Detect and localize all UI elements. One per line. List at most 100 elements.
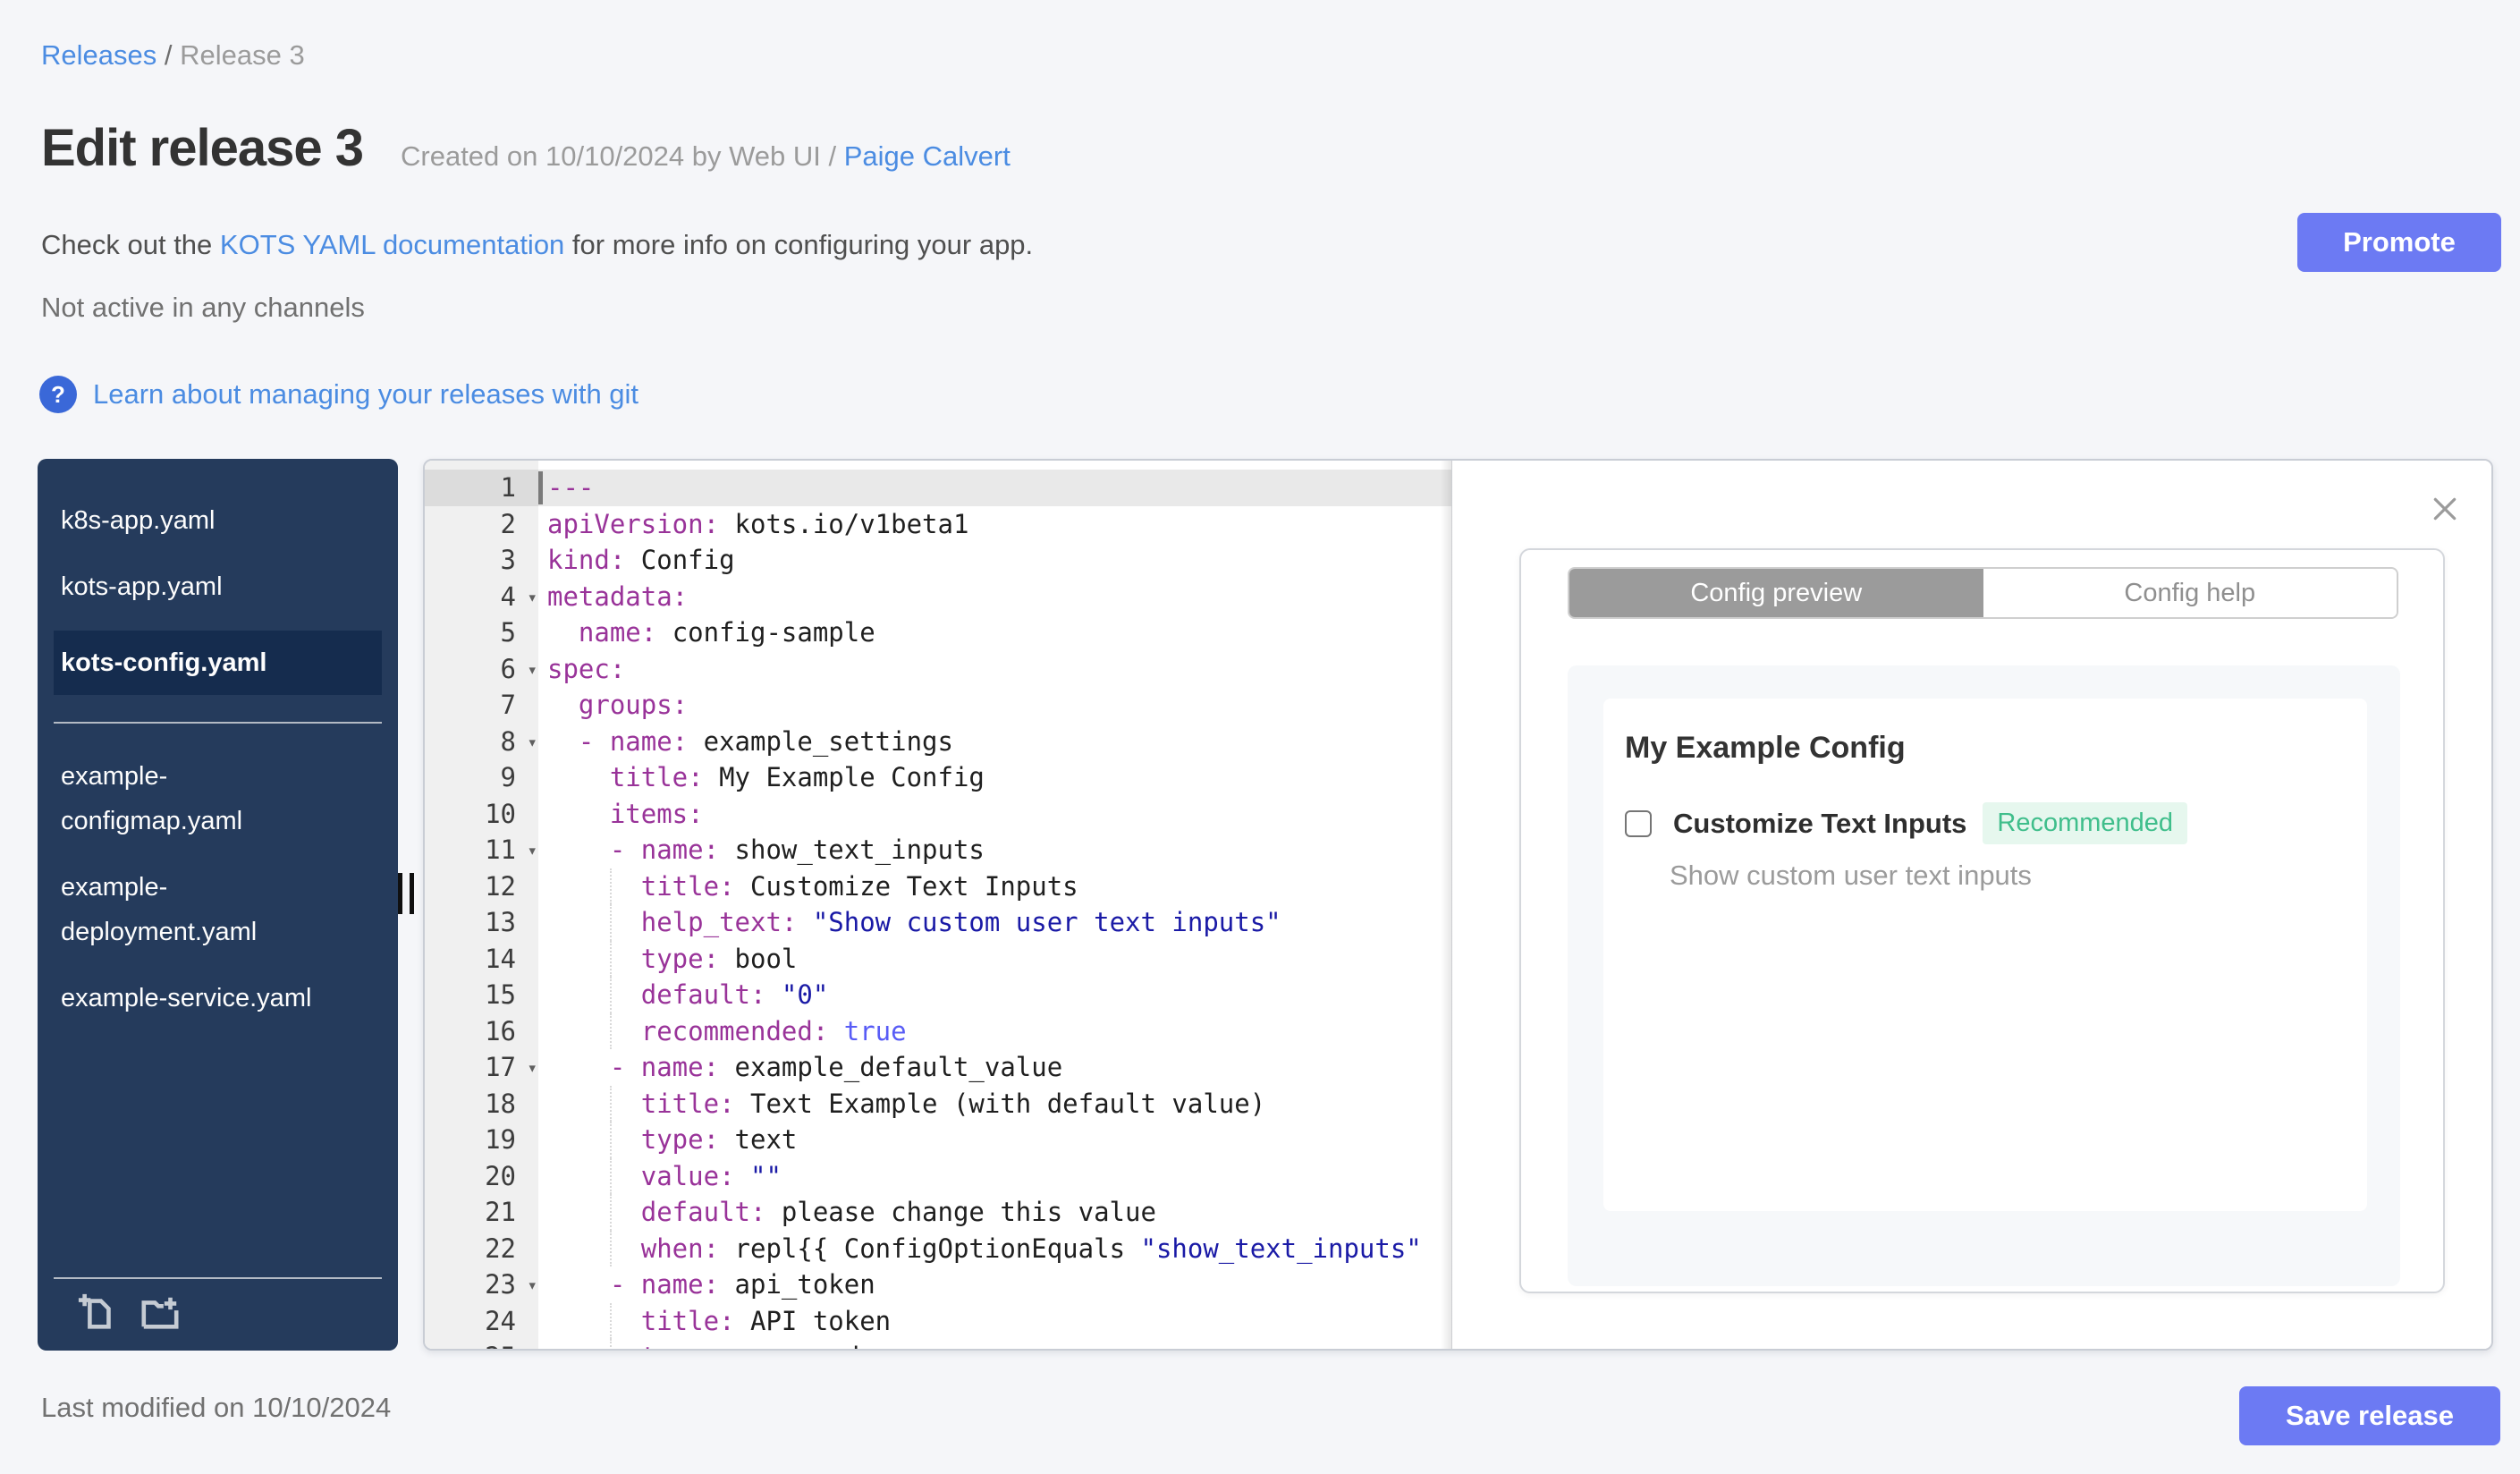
code-content: when: repl{{ ConfigOptionEquals "show_te… [538, 1230, 1451, 1266]
code-content: spec: [547, 653, 626, 684]
preview-card: Config preview Config help My Example Con… [1519, 548, 2445, 1293]
code-line-6[interactable]: 6 ▾ spec: [425, 651, 1451, 688]
gutter-line-number: 23 ▾ [425, 1266, 538, 1303]
code-line-1[interactable]: 1 --- [425, 470, 1451, 506]
new-folder-icon[interactable] [140, 1292, 181, 1333]
doc-suffix: for more info on configuring your app. [564, 229, 1034, 260]
file-list: k8s-app.yaml kots-app.yaml kots-config.yam… [38, 498, 398, 1021]
tab-config-preview[interactable]: Config preview [1569, 569, 1983, 617]
text-cursor [538, 471, 543, 504]
code-line-23[interactable]: 23 ▾ - name: api_token [425, 1266, 1451, 1303]
code-line-25[interactable]: 25 type: password [425, 1339, 1451, 1349]
customize-text-inputs-checkbox[interactable] [1625, 809, 1652, 837]
sidebar-item-kots-app.yaml[interactable]: kots-app.yaml [61, 564, 329, 609]
sidebar-actions [77, 1292, 181, 1333]
gutter-line-number: 22 [485, 1233, 516, 1264]
code-line-12[interactable]: 12 title: Customize Text Inputs [425, 868, 1451, 904]
gutter-line-number: 12 [485, 870, 516, 902]
code-line-20[interactable]: 20 value: "" [425, 1157, 1451, 1194]
code-line-17[interactable]: 17 ▾ - name: example_default_value [425, 1049, 1451, 1086]
code-content: name: config-sample [578, 617, 875, 648]
breadcrumb-releases-link[interactable]: Releases [41, 39, 156, 71]
new-file-icon[interactable] [77, 1292, 118, 1333]
editor-rows: 1 --- 2 apiVersion: kots.io/v1beta1 3 kind: C… [425, 470, 1451, 1349]
fold-arrow-icon[interactable]: ▾ [528, 1050, 537, 1087]
indent-guide [610, 940, 612, 977]
gutter-line-number: 4 ▾ [425, 579, 538, 615]
fold-arrow-icon[interactable]: ▾ [528, 652, 537, 689]
gutter-line-number: 2 [500, 508, 516, 539]
edit-release-page: Releases / Release 3 Edit release 3 Crea… [0, 0, 2520, 1474]
code-line-9[interactable]: 9 title: My Example Config [425, 759, 1451, 796]
code-line-7[interactable]: 7 groups: [425, 687, 1451, 724]
code-line-5[interactable]: 5 name: config-sample [425, 614, 1451, 651]
gutter-line-number: 8 ▾ [425, 724, 538, 760]
indent-guide [610, 1302, 612, 1339]
kots-yaml-doc-link[interactable]: KOTS YAML documentation [220, 229, 564, 260]
breadcrumb-current: Release 3 [180, 39, 305, 71]
breadcrumb-separator: / [156, 39, 181, 71]
gutter-line-number: 3 [500, 545, 516, 575]
sidebar-item-k8s-app.yaml[interactable]: k8s-app.yaml [61, 498, 329, 543]
sidebar-item-example-deployment.yaml[interactable]: example-deployment.yaml [61, 865, 329, 954]
gutter-line-number: 16 [485, 1015, 516, 1046]
tab-config-help[interactable]: Config help [1983, 569, 2397, 617]
doc-line: Check out the KOTS YAML documentation fo… [41, 229, 1033, 261]
code-line-8[interactable]: 8 ▾ - name: example_settings [425, 724, 1451, 760]
code-content: - name: show_text_inputs [609, 834, 985, 865]
breadcrumb: Releases / Release 3 [41, 39, 305, 72]
config-item-row: Customize Text Inputs Recommended [1625, 802, 2188, 844]
git-help-row: ? Learn about managing your releases wit… [39, 376, 638, 413]
code-content: - name: example_settings [578, 725, 953, 757]
code-line-10[interactable]: 10 items: [425, 796, 1451, 833]
config-group-title: My Example Config [1625, 731, 1906, 765]
promote-button[interactable]: Promote [2297, 213, 2501, 272]
indent-guide [610, 1085, 612, 1122]
last-modified-text: Last modified on 10/10/2024 [41, 1392, 392, 1423]
sidebar-item-kots-config.yaml[interactable]: kots-config.yaml [54, 631, 382, 695]
code-content: title: Customize Text Inputs [538, 868, 1451, 904]
indent-guide [610, 904, 612, 941]
sidebar-item-example-configmap.yaml[interactable]: example-configmap.yaml [61, 754, 329, 843]
sidebar-resize-handle-bar-1[interactable] [398, 873, 402, 914]
created-info: Created on 10/10/2024 by Web UI / Paige … [401, 140, 1011, 173]
code-line-16[interactable]: 16 recommended: true [425, 1012, 1451, 1049]
code-content: - name: api_token [609, 1269, 875, 1300]
yaml-code-editor[interactable]: 1 --- 2 apiVersion: kots.io/v1beta1 3 kind: C… [425, 461, 1451, 1349]
gutter-line-number: 20 [485, 1160, 516, 1191]
config-preview-pane: Config preview Config help My Example Con… [1441, 461, 2491, 1349]
code-line-4[interactable]: 4 ▾ metadata: [425, 579, 1451, 615]
config-item-help: Show custom user text inputs [1670, 860, 2032, 891]
fold-arrow-icon[interactable]: ▾ [528, 724, 537, 761]
doc-prefix: Check out the [41, 229, 220, 260]
code-line-11[interactable]: 11 ▾ - name: show_text_inputs [425, 832, 1451, 868]
indent-guide [610, 977, 612, 1013]
code-line-22[interactable]: 22 when: repl{{ ConfigOptionEquals "show… [425, 1230, 1451, 1266]
gutter-line-number: 10 [485, 798, 516, 829]
save-release-button[interactable]: Save release [2239, 1386, 2500, 1445]
indent-guide [610, 1122, 612, 1158]
code-line-24[interactable]: 24 title: API token [425, 1302, 1451, 1339]
editor-shell: 1 --- 2 apiVersion: kots.io/v1beta1 3 kind: C… [423, 459, 2493, 1351]
fold-arrow-icon[interactable]: ▾ [528, 1267, 537, 1304]
author-link[interactable]: Paige Calvert [844, 140, 1011, 172]
fold-arrow-icon[interactable]: ▾ [528, 580, 537, 616]
gutter-line-number: 1 [425, 470, 538, 506]
preview-tabs: Config preview Config help [1568, 567, 2398, 619]
sidebar-item-example-service.yaml[interactable]: example-service.yaml [61, 976, 329, 1021]
close-icon[interactable] [2431, 495, 2459, 523]
code-line-21[interactable]: 21 default: please change this value [425, 1194, 1451, 1231]
fold-arrow-icon[interactable]: ▾ [528, 833, 537, 869]
code-line-14[interactable]: 14 type: bool [425, 940, 1451, 977]
code-line-13[interactable]: 13 help_text: "Show custom user text inp… [425, 904, 1451, 941]
page-title: Edit release 3 [41, 119, 364, 177]
code-line-3[interactable]: 3 kind: Config [425, 542, 1451, 579]
git-releases-link[interactable]: Learn about managing your releases with … [93, 378, 638, 411]
code-line-19[interactable]: 19 type: text [425, 1122, 1451, 1158]
code-line-15[interactable]: 15 default: "0" [425, 977, 1451, 1013]
sidebar-resize-handle-bar-2[interactable] [410, 873, 414, 914]
gutter-line-number: 9 [500, 762, 516, 792]
code-line-18[interactable]: 18 title: Text Example (with default val… [425, 1085, 1451, 1122]
code-line-2[interactable]: 2 apiVersion: kots.io/v1beta1 [425, 506, 1451, 543]
gutter-line-number: 25 [425, 1339, 538, 1349]
